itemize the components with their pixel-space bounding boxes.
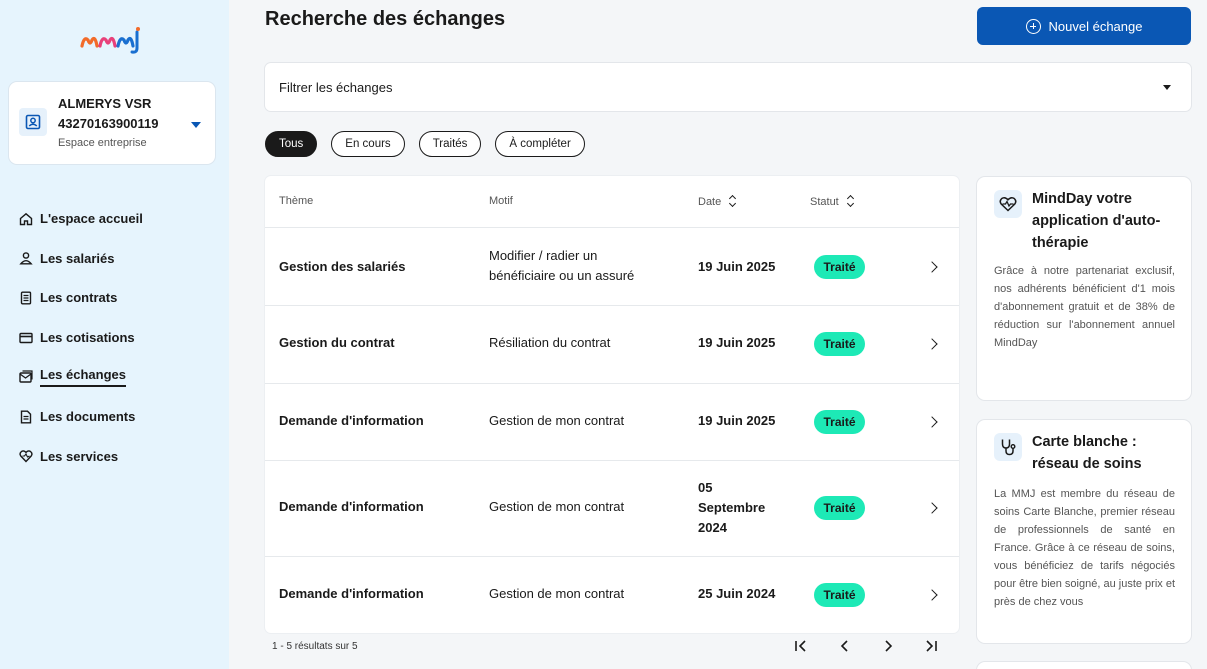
sidebar: ALMERYS VSR 43270163900119 Espace entrep… bbox=[0, 0, 229, 669]
user-icon bbox=[18, 250, 34, 266]
account-subtitle: Espace entreprise bbox=[58, 137, 147, 149]
table-row[interactable]: Demande d'information Gestion de mon con… bbox=[265, 385, 959, 461]
mmj-logo[interactable] bbox=[80, 26, 142, 54]
row-motif: Résiliation du contrat bbox=[489, 335, 611, 350]
nav-item-contrats[interactable]: Les contrats bbox=[18, 278, 218, 318]
nav-item-salaries[interactable]: Les salariés bbox=[18, 239, 218, 279]
nav-item-cotisations[interactable]: Les cotisations bbox=[18, 318, 218, 358]
status-badge: Traité bbox=[814, 410, 865, 434]
table-row[interactable]: Demande d'information Gestion de mon con… bbox=[265, 558, 959, 633]
nav-label: L'espace accueil bbox=[40, 211, 143, 227]
card-text: Grâce à notre partenariat exclusif, nos … bbox=[994, 265, 1175, 349]
status-badge: Traité bbox=[814, 332, 865, 356]
new-exchange-label: Nouvel échange bbox=[1048, 18, 1143, 34]
next-page-icon[interactable] bbox=[880, 638, 896, 654]
account-name: ALMERYS VSR bbox=[58, 96, 152, 111]
nav-item-accueil[interactable]: L'espace accueil bbox=[18, 199, 218, 239]
chevron-right-icon[interactable] bbox=[926, 416, 938, 428]
card-title: Carte blanche : réseau de soins bbox=[1032, 434, 1142, 472]
row-theme: Demande d'information bbox=[279, 413, 424, 428]
nav-label: Les services bbox=[40, 448, 119, 464]
nav-item-echanges[interactable]: Les échanges bbox=[18, 357, 218, 397]
nav-label: Les échanges bbox=[40, 367, 126, 388]
contract-icon bbox=[18, 290, 34, 306]
nav-item-services[interactable]: Les services bbox=[18, 437, 218, 477]
card-title: MindDay votre application d'auto-thérapi… bbox=[1032, 191, 1161, 251]
plus-circle-icon bbox=[1025, 18, 1041, 34]
status-badge: Traité bbox=[814, 583, 865, 607]
table-row[interactable]: Gestion du contrat Résiliation du contra… bbox=[265, 307, 959, 384]
nav-label: Les documents bbox=[40, 409, 136, 425]
chevron-right-icon[interactable] bbox=[926, 502, 938, 514]
row-motif: Gestion de mon contrat bbox=[489, 499, 625, 514]
sort-icon[interactable] bbox=[847, 195, 855, 208]
row-date: 19 Juin 2025 bbox=[698, 335, 776, 350]
column-header-motif: Motif bbox=[489, 195, 513, 207]
table-row[interactable]: Gestion des salariés Modifier / radier u… bbox=[265, 229, 959, 306]
first-page-icon[interactable] bbox=[793, 638, 809, 654]
row-motif: Gestion de mon contrat bbox=[489, 413, 625, 428]
row-theme: Demande d'information bbox=[279, 586, 424, 601]
chip-done[interactable]: Traités bbox=[418, 131, 482, 157]
previous-page-icon[interactable] bbox=[837, 638, 853, 654]
result-count: 1 - 5 résultats sur 5 bbox=[272, 641, 358, 652]
row-date: 25 Juin 2024 bbox=[698, 586, 776, 601]
column-header-status[interactable]: Statut bbox=[810, 195, 855, 208]
stethoscope-icon bbox=[994, 433, 1022, 461]
exchanges-table: Thème Motif Date Statut Gestion des sala… bbox=[265, 176, 959, 633]
card-text: La MMJ est membre du réseau de soins Car… bbox=[994, 488, 1176, 608]
status-badge: Traité bbox=[814, 255, 865, 279]
card-icon bbox=[18, 330, 34, 346]
status-filter-chips: Tous En cours Traités À compléter bbox=[265, 131, 585, 157]
messages-icon bbox=[18, 369, 34, 385]
main-nav: L'espace accueil Les salariés Les contra… bbox=[18, 199, 218, 476]
row-theme: Gestion du contrat bbox=[279, 335, 395, 350]
nav-label: Les contrats bbox=[40, 290, 118, 306]
filter-dropdown[interactable]: Filtrer les échanges bbox=[265, 63, 1191, 111]
row-theme: Demande d'information bbox=[279, 499, 424, 514]
chevron-right-icon[interactable] bbox=[926, 261, 938, 273]
row-date: 19 Juin 2025 bbox=[698, 413, 776, 428]
row-theme: Gestion des salariés bbox=[279, 259, 406, 274]
caret-down-icon[interactable] bbox=[191, 122, 201, 128]
sort-icon[interactable] bbox=[729, 195, 737, 208]
filter-label: Filtrer les échanges bbox=[279, 79, 393, 95]
caret-down-icon bbox=[1163, 85, 1171, 90]
heart-hands-icon bbox=[18, 448, 34, 464]
chip-all[interactable]: Tous bbox=[265, 131, 318, 157]
document-icon bbox=[18, 409, 34, 425]
page-title: Recherche des échanges bbox=[265, 8, 506, 30]
row-motif: Gestion de mon contrat bbox=[489, 586, 625, 601]
account-selector[interactable]: ALMERYS VSR 43270163900119 Espace entrep… bbox=[9, 82, 215, 164]
row-motif: Modifier / radier un bénéficiaire ou un … bbox=[489, 248, 635, 283]
row-date: 05 Septembre 2024 bbox=[698, 480, 766, 535]
chip-to-complete[interactable]: À compléter bbox=[495, 131, 585, 157]
row-date: 19 Juin 2025 bbox=[698, 259, 776, 274]
table-row[interactable]: Demande d'information Gestion de mon con… bbox=[265, 462, 959, 557]
nav-label: Les cotisations bbox=[40, 330, 135, 346]
third-card[interactable] bbox=[977, 662, 1191, 669]
account-id: 43270163900119 bbox=[58, 116, 159, 131]
chevron-right-icon[interactable] bbox=[926, 338, 938, 350]
last-page-icon[interactable] bbox=[923, 638, 939, 654]
badge-icon bbox=[19, 108, 47, 136]
chevron-right-icon[interactable] bbox=[926, 589, 938, 601]
new-exchange-button[interactable]: Nouvel échange bbox=[977, 7, 1191, 45]
status-badge: Traité bbox=[814, 496, 865, 520]
column-header-theme: Thème bbox=[279, 195, 314, 207]
nav-item-documents[interactable]: Les documents bbox=[18, 397, 218, 437]
nav-label: Les salariés bbox=[40, 250, 115, 266]
chip-in-progress[interactable]: En cours bbox=[331, 131, 405, 157]
home-icon bbox=[18, 211, 34, 227]
heart-pulse-icon bbox=[994, 190, 1022, 218]
column-header-date[interactable]: Date bbox=[698, 195, 737, 208]
carte-blanche-card[interactable]: Carte blanche : réseau de soins La MMJ e… bbox=[977, 420, 1191, 643]
table-header: Thème Motif Date Statut bbox=[265, 176, 959, 228]
mindday-card[interactable]: MindDay votre application d'auto-thérapi… bbox=[977, 177, 1191, 400]
